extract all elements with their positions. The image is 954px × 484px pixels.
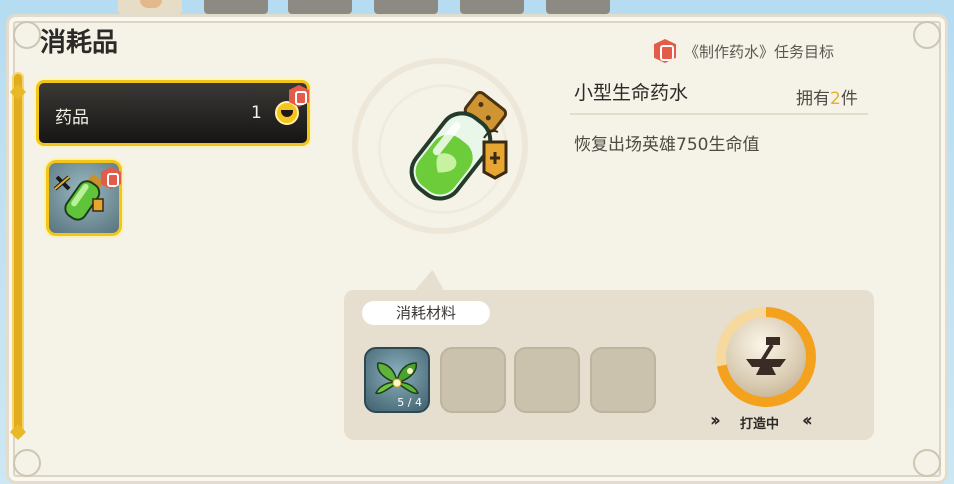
tab-armor[interactable] (374, 0, 438, 14)
tab-accessories[interactable] (460, 0, 524, 14)
material-slot-empty (440, 347, 506, 413)
item-name: 小型生命药水 (574, 82, 689, 104)
corner-ornament (913, 449, 941, 477)
craft-status: 打造中 (740, 417, 780, 432)
corner-ornament (13, 21, 41, 49)
list-scrollbar[interactable] (14, 74, 22, 436)
owned-prefix: 拥有 (796, 89, 830, 109)
material-slot-empty (590, 347, 656, 413)
material-count: 5 / 4 (397, 396, 422, 409)
tab-tools[interactable] (288, 0, 352, 14)
page-title: 消耗品 (40, 28, 119, 58)
corner-ornament (13, 449, 41, 477)
category-count: 1 (251, 103, 262, 123)
chevron-left-icon: ‹‹ (802, 410, 813, 431)
material-slot-herb[interactable]: 5 / 4 (364, 347, 430, 413)
craft-button[interactable] (716, 307, 816, 407)
tab-knob (140, 0, 162, 8)
owned-suffix: 件 (840, 89, 858, 109)
owned-number: 2 (830, 89, 841, 109)
item-slot-small-health-potion[interactable] (46, 160, 122, 236)
material-slot-empty (514, 347, 580, 413)
tab-consumables[interactable] (118, 0, 182, 14)
craft-button-face (726, 317, 806, 397)
tab-misc[interactable] (546, 0, 610, 14)
category-label: 药品 (55, 108, 89, 128)
corner-ornament (913, 21, 941, 49)
green-potion-icon (409, 91, 508, 201)
materials-label: 消耗材料 (362, 301, 490, 325)
quest-badge-icon (654, 39, 676, 63)
owned-count: 拥有2件 (796, 84, 858, 109)
divider (570, 113, 868, 115)
chevron-right-icon: ›› (710, 410, 721, 431)
quest-target-text: 《制作药水》任务目标 (684, 42, 835, 61)
tab-weapons[interactable] (204, 0, 268, 14)
item-description: 恢复出场英雄750生命值 (574, 135, 760, 155)
quest-target[interactable]: 《制作药水》任务目标 (654, 38, 834, 64)
category-row-medicine[interactable]: 药品 1 (36, 80, 310, 146)
anvil-hammer-icon (746, 337, 786, 375)
